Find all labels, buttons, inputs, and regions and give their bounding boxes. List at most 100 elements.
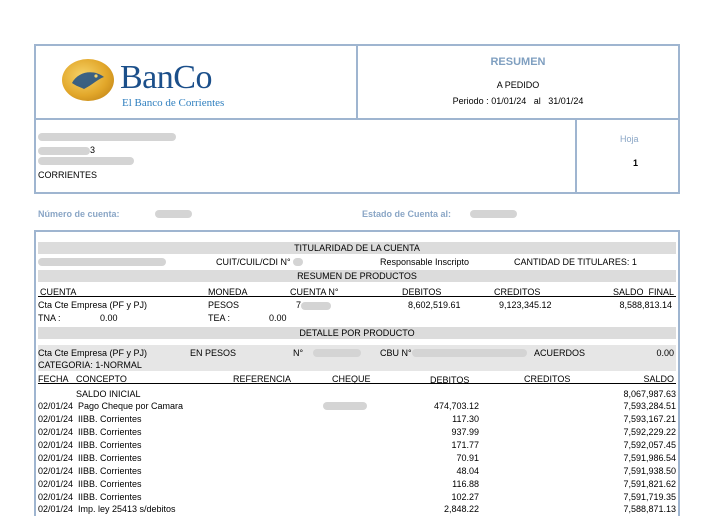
row-balance: 7,592,057.45 <box>623 440 676 450</box>
row-debit: 117.30 <box>452 414 479 424</box>
row-balance: 7,591,986.54 <box>623 453 676 463</box>
product-currency: PESOS <box>208 300 240 310</box>
row-debit: 70.91 <box>456 453 479 463</box>
row-concept: Imp. ley 25413 s/debitos <box>78 504 176 514</box>
row-date: 02/01/24 <box>38 466 74 476</box>
row-debit: 474,703.12 <box>433 401 479 411</box>
row-date: 02/01/24 <box>38 440 74 450</box>
product-account-type: Cta Cte Empresa (PF y PJ) <box>38 300 148 310</box>
col-saldo: SALDO <box>643 374 674 384</box>
row-date: 02/01/24 <box>38 401 74 411</box>
row-date: 02/01/24 <box>38 427 74 437</box>
row-concept: IIBB. Corrientes <box>78 466 142 476</box>
opening-balance-value: 8,067,987.63 <box>623 389 676 399</box>
client-address-suffix: 3 <box>90 145 96 155</box>
statement-title: RESUMEN <box>490 56 546 68</box>
bank-logo: BanCo El Banco de Corrientes <box>62 57 262 109</box>
detalle-number-label: N° <box>293 348 304 358</box>
client-address-redacted <box>38 146 90 155</box>
row-balance: 7,591,719.35 <box>623 492 676 502</box>
row-date: 02/01/24 <box>38 453 74 463</box>
period-separator: al <box>533 96 541 106</box>
detalle-number-redacted <box>313 349 361 357</box>
row-date: 02/01/24 <box>38 479 74 489</box>
detalle-cbu-label: CBU N° <box>380 348 412 358</box>
row-debit: 171.77 <box>451 440 479 450</box>
row-date: 02/01/24 <box>38 414 74 424</box>
col-moneda: MONEDA <box>208 287 248 297</box>
opening-balance-label: SALDO INICIAL <box>76 389 141 399</box>
col-fecha: FECHA <box>38 374 69 384</box>
row-balance: 7,591,821.62 <box>623 479 676 489</box>
titularidad-section-title: TITULARIDAD DE LA CUENTA <box>38 242 676 254</box>
bank-logo-tagline: El Banco de Corrientes <box>122 97 225 109</box>
product-final-balance: 8,588,813.14 <box>619 300 672 310</box>
period-to: 31/01/24 <box>548 96 584 106</box>
row-concept: IIBB. Corrientes <box>78 453 142 463</box>
detalle-cbu-redacted <box>412 349 527 357</box>
row-debit: 2,848.22 <box>443 504 479 514</box>
detalle-account-type: Cta Cte Empresa (PF y PJ) <box>38 348 148 358</box>
col-concepto: CONCEPTO <box>76 374 127 384</box>
row-cheque-redacted <box>323 402 367 410</box>
holders-label: CANTIDAD DE TITULARES: <box>514 257 630 267</box>
row-balance: 7,591,938.50 <box>623 466 676 476</box>
col-cuenta-numero: CUENTA N° <box>290 287 339 297</box>
col-referencia: REFERENCIA <box>233 374 292 384</box>
row-concept: IIBB. Corrientes <box>78 479 142 489</box>
client-city-redacted <box>38 157 134 165</box>
col-debitos-mov: DEBITOS <box>430 375 470 385</box>
row-date: 02/01/24 <box>38 504 74 514</box>
detalle-agreements-value: 0.00 <box>656 348 674 358</box>
col-debitos: DEBITOS <box>402 287 442 297</box>
row-balance: 7,592,229.22 <box>623 427 676 437</box>
client-divider <box>575 118 577 194</box>
row-debit: 48.04 <box>456 466 479 476</box>
col-saldo-final: SALDO FINAL <box>612 287 674 297</box>
resumen-column-header <box>38 286 676 297</box>
row-balance: 7,593,167.21 <box>623 414 676 424</box>
row-concept: IIBB. Corrientes <box>78 427 142 437</box>
col-creditos-mov: CREDITOS <box>524 374 571 384</box>
holder-name-redacted <box>38 258 166 266</box>
col-cheque: CHEQUE <box>332 374 371 384</box>
cuit-redacted <box>293 258 303 266</box>
statement-subtitle: A PEDIDO <box>496 80 540 90</box>
detalle-category: CATEGORIA: 1-NORMAL <box>38 360 142 370</box>
detalle-currency: EN PESOS <box>190 348 237 358</box>
row-debit: 937.99 <box>451 427 479 437</box>
account-number-label: Número de cuenta: <box>38 209 120 219</box>
col-cuenta: CUENTA <box>40 287 77 297</box>
resumen-productos-title: RESUMEN DE PRODUCTOS <box>38 270 676 282</box>
client-name-redacted <box>38 133 176 141</box>
cuit-label: CUIT/CUIL/CDI N° <box>216 257 291 267</box>
bank-emblem-icon <box>62 59 114 101</box>
row-concept: Pago Cheque por Camara <box>78 401 184 411</box>
client-address-line: 3 <box>38 145 95 155</box>
statement-date-redacted <box>470 210 517 218</box>
page-number: 1 <box>633 158 639 168</box>
product-credits: 9,123,345.12 <box>499 300 552 310</box>
col-creditos: CREDITOS <box>494 287 541 297</box>
tea-value: 0.00 <box>269 313 287 323</box>
client-province: CORRIENTES <box>38 170 98 180</box>
product-debits: 8,602,519.61 <box>408 300 461 310</box>
row-concept: IIBB. Corrientes <box>78 440 142 450</box>
page-label: Hoja <box>620 134 639 144</box>
statement-date-label: Estado de Cuenta al: <box>362 209 452 219</box>
detalle-section-title: DETALLE POR PRODUCTO <box>38 327 676 339</box>
period-from: 01/01/24 <box>491 96 527 106</box>
period-label: Periodo : <box>452 96 489 106</box>
statement-period: Periodo : 01/01/24 al 31/01/24 <box>360 96 676 106</box>
tea-label: TEA : <box>208 313 231 323</box>
row-debit: 102.27 <box>451 492 479 502</box>
product-account-number: 7 <box>296 300 332 310</box>
holders-count-label: CANTIDAD DE TITULARES: 1 <box>514 257 637 267</box>
account-number-redacted <box>155 210 192 218</box>
header-divider <box>356 44 358 120</box>
tna-value: 0.00 <box>100 313 118 323</box>
row-balance: 7,593,284.51 <box>623 401 676 411</box>
product-account-number-redacted <box>301 301 332 310</box>
row-debit: 116.88 <box>452 479 479 489</box>
row-balance: 7,588,871.13 <box>623 504 676 514</box>
